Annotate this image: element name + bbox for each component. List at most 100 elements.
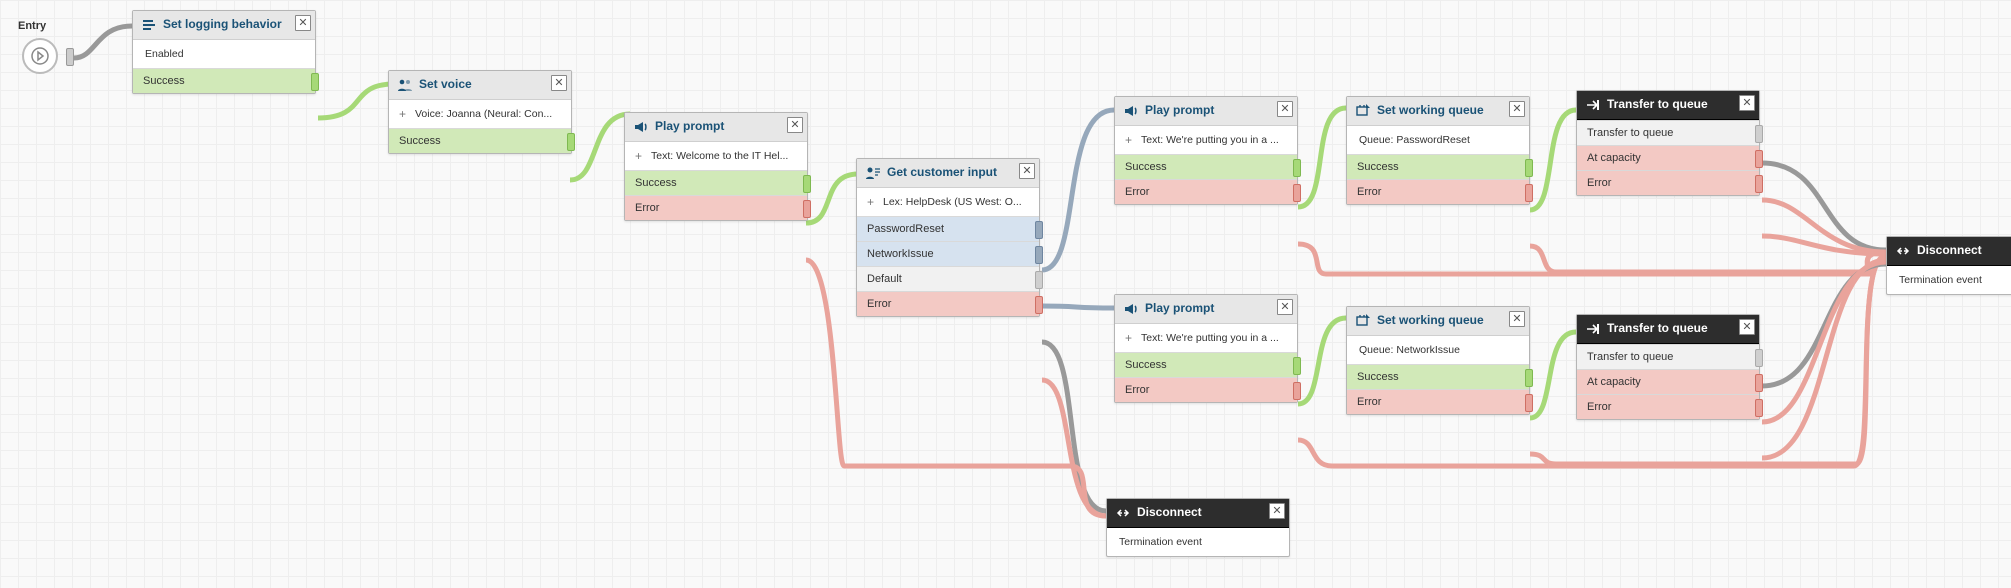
out-transfer[interactable]: Transfer to queue (1577, 344, 1759, 369)
transfer-icon (1585, 321, 1601, 337)
out-port[interactable] (1035, 296, 1043, 314)
disconnect-icon (1895, 243, 1911, 259)
out-port[interactable] (1755, 374, 1763, 392)
node-set-voice[interactable]: Set voice ✕ Voice: Joanna (Neural: Con..… (388, 70, 572, 154)
close-icon[interactable]: ✕ (295, 15, 311, 31)
close-icon[interactable]: ✕ (1739, 95, 1755, 111)
node-title: Play prompt (655, 119, 785, 133)
close-icon[interactable]: ✕ (1509, 311, 1525, 327)
node-disconnect-right[interactable]: Disconnect ✕ Termination event (1886, 236, 2011, 295)
close-icon[interactable]: ✕ (1277, 299, 1293, 315)
out-label: Transfer to queue (1587, 127, 1673, 139)
out-at-capacity[interactable]: At capacity (1577, 145, 1759, 170)
node-property: Voice: Joanna (Neural: Con... (389, 100, 571, 128)
out-transfer[interactable]: Transfer to queue (1577, 120, 1759, 145)
out-default[interactable]: Default (857, 266, 1039, 291)
close-icon[interactable]: ✕ (1739, 319, 1755, 335)
out-port[interactable] (1035, 221, 1043, 239)
entry-label: Entry (18, 20, 46, 32)
out-port[interactable] (1293, 184, 1301, 202)
node-title: Play prompt (1145, 301, 1275, 315)
out-error[interactable]: Error (625, 195, 807, 220)
node-property: Text: We're putting you in a ... (1115, 126, 1297, 154)
close-icon[interactable]: ✕ (1269, 503, 1285, 519)
out-label: Success (143, 75, 185, 87)
node-disconnect-default[interactable]: Disconnect ✕ Termination event (1106, 498, 1290, 557)
out-label: Error (1357, 396, 1381, 408)
out-label: Error (1125, 384, 1149, 396)
out-port[interactable] (311, 73, 319, 91)
node-property: Text: We're putting you in a ... (1115, 324, 1297, 352)
node-set-logging[interactable]: Set logging behavior ✕ Enabled Success (132, 10, 316, 94)
out-port[interactable] (1755, 399, 1763, 417)
out-success[interactable]: Success (1115, 352, 1297, 377)
out-port[interactable] (567, 133, 575, 151)
node-title: Play prompt (1145, 103, 1275, 117)
out-label: PasswordReset (867, 223, 944, 235)
out-port[interactable] (803, 175, 811, 193)
out-success[interactable]: Success (1115, 154, 1297, 179)
out-success[interactable]: Success (1347, 154, 1529, 179)
node-play-prompt-net[interactable]: Play prompt ✕ Text: We're putting you in… (1114, 294, 1298, 403)
out-port[interactable] (1525, 159, 1533, 177)
out-port[interactable] (1293, 159, 1301, 177)
out-label: NetworkIssue (867, 248, 934, 260)
out-port[interactable] (803, 200, 811, 218)
customer-input-icon (865, 165, 881, 181)
out-label: Success (1125, 161, 1167, 173)
node-set-working-queue-pw[interactable]: Set working queue ✕ Queue: PasswordReset… (1346, 96, 1530, 205)
node-set-working-queue-net[interactable]: Set working queue ✕ Queue: NetworkIssue … (1346, 306, 1530, 415)
out-port[interactable] (1525, 394, 1533, 412)
transfer-icon (1585, 97, 1601, 113)
out-port[interactable] (1755, 175, 1763, 193)
node-title: Transfer to queue (1607, 97, 1737, 111)
node-play-prompt-pw[interactable]: Play prompt ✕ Text: We're putting you in… (1114, 96, 1298, 205)
close-icon[interactable]: ✕ (787, 117, 803, 133)
out-error[interactable]: Error (857, 291, 1039, 316)
close-icon[interactable]: ✕ (551, 75, 567, 91)
node-property: Lex: HelpDesk (US West: O... (857, 188, 1039, 216)
out-error[interactable]: Error (1577, 394, 1759, 419)
out-port[interactable] (1525, 369, 1533, 387)
entry-out-port[interactable] (66, 48, 74, 66)
entry-node[interactable] (22, 38, 58, 74)
out-intent-network-issue[interactable]: NetworkIssue (857, 241, 1039, 266)
megaphone-icon (1123, 103, 1139, 119)
node-property: Termination event (1107, 528, 1289, 556)
out-intent-password-reset[interactable]: PasswordReset (857, 216, 1039, 241)
out-port[interactable] (1035, 271, 1043, 289)
close-icon[interactable]: ✕ (1019, 163, 1035, 179)
out-port[interactable] (1755, 349, 1763, 367)
close-icon[interactable]: ✕ (1509, 101, 1525, 117)
out-error[interactable]: Error (1115, 377, 1297, 402)
queue-icon (1355, 103, 1371, 119)
out-port[interactable] (1755, 150, 1763, 168)
out-success[interactable]: Success (389, 128, 571, 153)
out-success[interactable]: Success (133, 68, 315, 93)
out-success[interactable]: Success (1347, 364, 1529, 389)
node-transfer-to-queue-pw[interactable]: Transfer to queue ✕ Transfer to queue At… (1576, 90, 1760, 196)
close-icon[interactable]: ✕ (1277, 101, 1293, 117)
out-port[interactable] (1293, 357, 1301, 375)
out-label: Error (1587, 177, 1611, 189)
out-at-capacity[interactable]: At capacity (1577, 369, 1759, 394)
out-port[interactable] (1525, 184, 1533, 202)
megaphone-icon (1123, 301, 1139, 317)
node-play-prompt-welcome[interactable]: Play prompt ✕ Text: Welcome to the IT He… (624, 112, 808, 221)
node-transfer-to-queue-net[interactable]: Transfer to queue ✕ Transfer to queue At… (1576, 314, 1760, 420)
out-error[interactable]: Error (1115, 179, 1297, 204)
out-port[interactable] (1035, 246, 1043, 264)
out-error[interactable]: Error (1347, 179, 1529, 204)
node-title: Set working queue (1377, 313, 1507, 327)
out-port[interactable] (1293, 382, 1301, 400)
flow-canvas[interactable]: { "entry":{"label":"Entry"}, "out_labels… (0, 0, 2011, 588)
node-get-customer-input[interactable]: Get customer input ✕ Lex: HelpDesk (US W… (856, 158, 1040, 317)
out-error[interactable]: Error (1347, 389, 1529, 414)
out-error[interactable]: Error (1577, 170, 1759, 195)
node-title: Transfer to queue (1607, 321, 1737, 335)
out-label: Success (1357, 371, 1399, 383)
node-title: Get customer input (887, 165, 1017, 179)
out-port[interactable] (1755, 125, 1763, 143)
out-success[interactable]: Success (625, 170, 807, 195)
node-property: Queue: PasswordReset (1347, 126, 1529, 154)
